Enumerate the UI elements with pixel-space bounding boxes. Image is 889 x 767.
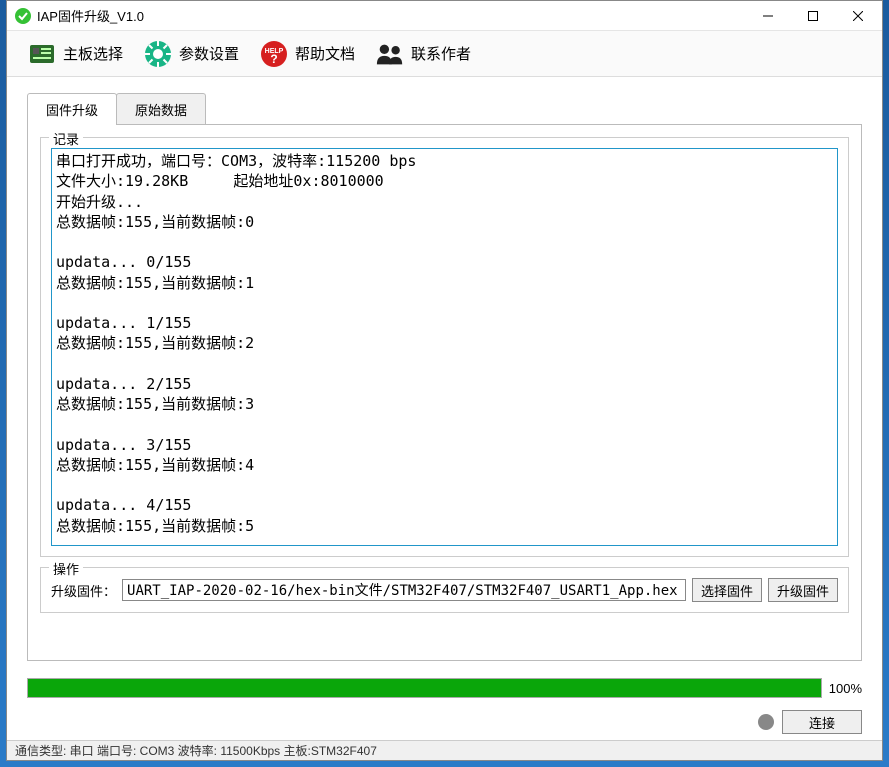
tabs: 固件升级 原始数据	[7, 77, 882, 125]
toolbar-label: 联系作者	[411, 43, 471, 64]
toolbar: 主板选择 参数设置 HELP? 帮助文档 联系作者	[7, 31, 882, 77]
gear-icon	[143, 39, 173, 69]
progress-row: 100%	[27, 678, 862, 698]
progress-fill	[28, 679, 821, 697]
toolbar-label: 参数设置	[179, 43, 239, 64]
app-icon	[15, 8, 31, 24]
connect-row: 连接	[7, 706, 882, 740]
toolbar-contact-author[interactable]: 联系作者	[365, 35, 481, 73]
app-window: IAP固件升级_V1.0 主板选择 参数设置 HELP?	[6, 0, 883, 761]
svg-text:?: ?	[270, 52, 277, 66]
tab-firmware-upgrade[interactable]: 固件升级	[27, 93, 117, 125]
record-legend: 记录	[49, 129, 83, 148]
window-title: IAP固件升级_V1.0	[37, 6, 144, 25]
browse-firmware-button[interactable]: 选择固件	[692, 578, 762, 602]
tab-raw-data[interactable]: 原始数据	[116, 93, 206, 125]
upgrade-firmware-button[interactable]: 升级固件	[768, 578, 838, 602]
board-icon	[27, 39, 57, 69]
operation-fieldset: 操作 升级固件： 选择固件 升级固件	[40, 567, 849, 613]
titlebar: IAP固件升级_V1.0	[7, 1, 882, 31]
toolbar-label: 帮助文档	[295, 43, 355, 64]
connection-status-dot	[758, 714, 774, 730]
record-fieldset: 记录 串口打开成功，端口号：COM3，波特率:115200 bps 文件大小:1…	[40, 137, 849, 557]
tab-content: 记录 串口打开成功，端口号：COM3，波特率:115200 bps 文件大小:1…	[27, 124, 862, 661]
operation-legend: 操作	[49, 559, 83, 578]
help-icon: HELP?	[259, 39, 289, 69]
toolbar-label: 主板选择	[63, 43, 123, 64]
minimize-button[interactable]	[745, 2, 790, 30]
maximize-button[interactable]	[790, 2, 835, 30]
toolbar-board-select[interactable]: 主板选择	[17, 35, 133, 73]
firmware-path-input[interactable]	[122, 579, 686, 601]
firmware-path-label: 升级固件：	[51, 581, 116, 600]
log-textarea[interactable]: 串口打开成功，端口号：COM3，波特率:115200 bps 文件大小:19.2…	[51, 148, 838, 546]
toolbar-param-settings[interactable]: 参数设置	[133, 35, 249, 73]
people-icon	[375, 39, 405, 69]
statusbar: 通信类型: 串口 端口号: COM3 波特率: 11500Kbps 主板:STM…	[7, 740, 882, 760]
progress-percent-label: 100%	[828, 681, 862, 696]
close-button[interactable]	[835, 2, 880, 30]
statusbar-text: 通信类型: 串口 端口号: COM3 波特率: 11500Kbps 主板:STM…	[15, 742, 377, 759]
connect-button[interactable]: 连接	[782, 710, 862, 734]
progress-bar	[27, 678, 822, 698]
toolbar-help-docs[interactable]: HELP? 帮助文档	[249, 35, 365, 73]
